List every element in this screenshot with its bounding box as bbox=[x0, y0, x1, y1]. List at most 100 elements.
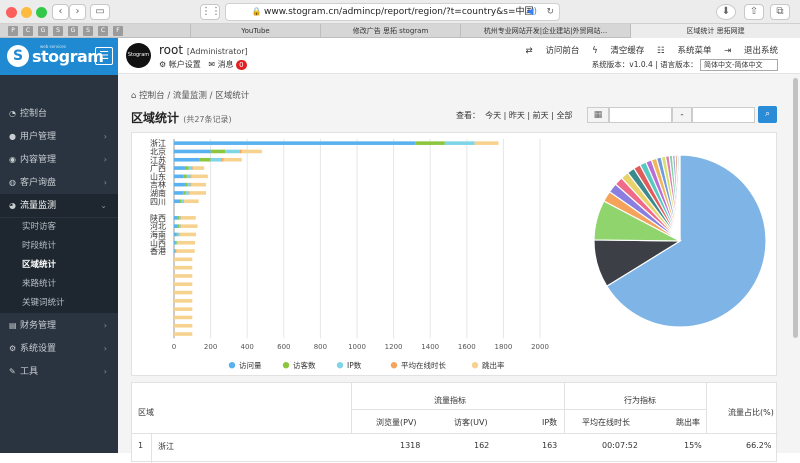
subnav-realtime[interactable]: 实时访客 bbox=[0, 218, 118, 237]
reload-icon[interactable]: ↻ bbox=[546, 4, 554, 20]
x-tick-label: 600 bbox=[277, 343, 290, 351]
version-info: 系统版本：v1.0.4 | 语言版本： 简体中文-简体中文 bbox=[592, 59, 778, 71]
tab-youtube[interactable]: YouTube bbox=[190, 24, 320, 38]
sidebar-item-settings[interactable]: ⚙ 系统设置 › bbox=[0, 337, 118, 360]
system-menu-link[interactable]: ☷ 系统菜单 bbox=[657, 46, 711, 56]
bar-segment bbox=[177, 240, 196, 245]
bar-segment bbox=[183, 174, 187, 179]
filter-yesterday[interactable]: 昨天 bbox=[509, 111, 525, 120]
download-icon[interactable]: ⬇ bbox=[716, 4, 736, 20]
clear-cache-link[interactable]: ϟ 清空缓存 bbox=[592, 46, 644, 56]
subnav-keyword[interactable]: 关键词统计 bbox=[0, 294, 118, 313]
tab-region-stats[interactable]: 区域统计 思拓网建 bbox=[630, 24, 800, 38]
sidebar-item-content[interactable]: ◉ 内容管理 › bbox=[0, 148, 118, 171]
filter-today[interactable]: 今天 bbox=[485, 111, 501, 120]
bar-segment bbox=[184, 182, 188, 187]
grid-icon[interactable]: ⋮⋮ bbox=[200, 4, 221, 20]
breadcrumb-item[interactable]: 流量监测 bbox=[173, 91, 207, 101]
scrollbar-thumb[interactable] bbox=[793, 78, 798, 338]
bookmark-favicon-icon[interactable]: C bbox=[98, 26, 108, 36]
bar-segment bbox=[174, 249, 176, 253]
sidebar-item-traffic[interactable]: ◕ 流量监测 ⌄ bbox=[0, 194, 118, 217]
bookmark-favicon-icon[interactable]: G bbox=[68, 26, 78, 36]
bar-segment bbox=[177, 216, 180, 220]
bar-segment bbox=[187, 182, 191, 187]
sidebar-item-label: 流量监测 bbox=[20, 201, 57, 211]
start-date-input[interactable] bbox=[609, 107, 672, 123]
sidebar-item-tools[interactable]: ✎ 工具 › bbox=[0, 360, 118, 383]
messages-link[interactable]: ✉ 消息 0 bbox=[208, 60, 247, 70]
x-tick-label: 1200 bbox=[385, 343, 403, 351]
bar-segment bbox=[241, 149, 262, 154]
forward-button[interactable]: › bbox=[69, 4, 86, 20]
tab-ad-edit[interactable]: 修改广告 思拓 stogram bbox=[320, 24, 460, 38]
divider bbox=[706, 383, 707, 433]
cell-avg: 00:07:52 bbox=[602, 441, 638, 450]
bar-segment bbox=[174, 141, 416, 145]
bar-segment bbox=[415, 141, 445, 145]
inquiry-icon: ◍ bbox=[9, 178, 16, 187]
address-bar[interactable]: 🔒 www.stogram.cn/admincp/report/region/?… bbox=[225, 3, 560, 21]
sidebar-item-dashboard[interactable]: ◔ 控制台 bbox=[0, 102, 118, 125]
audio-icon[interactable]: ◀) bbox=[527, 4, 537, 20]
header-region: 区域 bbox=[138, 408, 154, 417]
tabs-overview-icon[interactable]: ⧉ bbox=[770, 4, 790, 20]
divider bbox=[351, 409, 706, 410]
content-icon: ◉ bbox=[9, 155, 16, 164]
logo[interactable]: S web services stogram ☰ bbox=[0, 38, 118, 75]
bar-segment bbox=[174, 282, 193, 287]
calendar-icon[interactable]: ▦ bbox=[587, 107, 609, 123]
user-links: ⚙ 帐户设置 ✉ 消息 0 bbox=[159, 59, 247, 70]
sidebar-item-label: 内容管理 bbox=[20, 155, 57, 165]
link-label: 清空缓存 bbox=[610, 46, 645, 56]
back-button[interactable]: ‹ bbox=[52, 4, 69, 20]
menu-toggle-icon[interactable]: ☰ bbox=[95, 47, 113, 65]
scrollbar[interactable] bbox=[791, 74, 800, 453]
avatar[interactable]: Stogram bbox=[126, 43, 151, 68]
sidebar: S web services stogram ☰ ◔ 控制台 ● 用户管理 › ◉ 内容… bbox=[0, 38, 118, 453]
language-select[interactable]: 简体中文-简体中文 bbox=[700, 59, 778, 71]
cell-share: 66.2% bbox=[746, 441, 772, 450]
bookmark-favicon-icon[interactable]: P bbox=[8, 26, 18, 36]
filter-day-before[interactable]: 前天 bbox=[533, 111, 549, 120]
account-settings-link[interactable]: ⚙ 帐户设置 bbox=[159, 60, 201, 69]
sidebar-item-inquiry[interactable]: ◍ 客户询盘 › bbox=[0, 171, 118, 194]
subnav-referrer[interactable]: 来路统计 bbox=[0, 275, 118, 294]
bar-segment bbox=[184, 199, 199, 204]
link-label: 退出系统 bbox=[743, 46, 778, 56]
tab-hz-web[interactable]: 杭州专业网站开发|企业建站|外贸网站... bbox=[460, 24, 630, 38]
x-tick-label: 0 bbox=[172, 343, 176, 351]
chevron-right-icon: › bbox=[103, 155, 107, 164]
bar-segment bbox=[184, 166, 189, 170]
bookmark-favicon-icon[interactable]: S bbox=[53, 26, 63, 36]
header-traffic: 流量指标 bbox=[434, 396, 466, 405]
bookmark-favicon-icon[interactable]: F bbox=[113, 26, 123, 36]
subnav-region[interactable]: 区域统计 bbox=[0, 256, 118, 275]
search-button[interactable]: ⌕ bbox=[758, 106, 777, 123]
breadcrumb-item[interactable]: 控制台 bbox=[139, 91, 165, 101]
subnav-period[interactable]: 时段统计 bbox=[0, 237, 118, 256]
minimize-window-button[interactable] bbox=[21, 7, 32, 18]
legend-marker bbox=[228, 362, 236, 369]
breadcrumb-item: 区域统计 bbox=[215, 91, 250, 101]
link-label: 系统菜单 bbox=[677, 46, 712, 56]
bookmark-favicon-icon[interactable]: S bbox=[83, 26, 93, 36]
bar-segment bbox=[188, 166, 193, 170]
sidebar-item-label: 客户询盘 bbox=[20, 178, 57, 188]
filter-all[interactable]: 全部 bbox=[556, 111, 572, 120]
legend-label: 访客数 bbox=[293, 360, 316, 370]
sidebar-item-users[interactable]: ● 用户管理 › bbox=[0, 125, 118, 148]
sidebar-toggle-icon[interactable]: ▭ bbox=[90, 4, 110, 20]
visit-frontend-link[interactable]: ⇄ 访问前台 bbox=[526, 46, 580, 56]
share-icon[interactable]: ⇧ bbox=[744, 4, 764, 20]
page-title: 区域统计 (共27条记录) bbox=[131, 109, 232, 126]
bookmark-favicon-icon[interactable]: C bbox=[23, 26, 33, 36]
sidebar-item-finance[interactable]: ▤ 财务管理 › bbox=[0, 314, 118, 337]
logout-link[interactable]: ⇥ 退出系统 bbox=[724, 46, 778, 56]
close-window-button[interactable] bbox=[6, 7, 17, 18]
bar-segment bbox=[192, 166, 194, 170]
bar-segment bbox=[188, 191, 190, 195]
zoom-window-button[interactable] bbox=[36, 7, 47, 18]
bookmark-favicon-icon[interactable]: G bbox=[38, 26, 48, 36]
end-date-input[interactable] bbox=[692, 107, 755, 123]
